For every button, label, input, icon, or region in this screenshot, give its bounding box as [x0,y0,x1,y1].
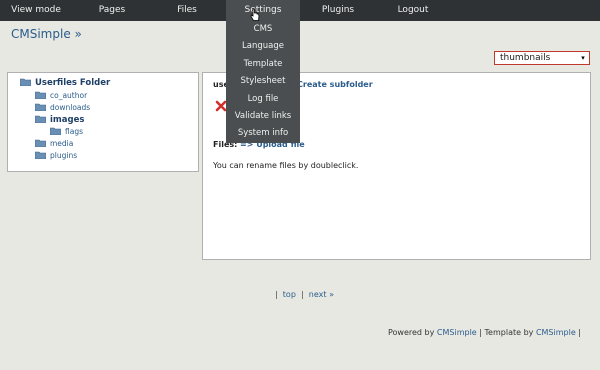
nav-pages[interactable]: Pages [92,0,132,21]
view-mode-select-value: thumbnails [500,53,551,63]
folder-root-label: Userfiles Folder [35,78,111,88]
folder-root[interactable]: Userfiles Folder [20,77,110,89]
pager-separator: | [275,290,278,299]
folder-label: downloads [50,103,91,112]
folder-item-media[interactable]: media [35,138,73,150]
footer-cms-link[interactable]: CMSimple [437,328,477,337]
folder-label: plugins [50,151,78,160]
hand-cursor-icon [250,8,260,21]
menu-item-system-info[interactable]: System info [226,125,300,142]
menu-item-cms[interactable]: CMS [226,21,300,38]
footer-end: | [578,328,581,337]
folder-tree-panel: Userfiles Folder co_author downloads ima… [7,72,199,172]
folder-item-images[interactable]: images [35,114,84,126]
folder-label: images [50,115,85,125]
pager-separator: | [301,290,304,299]
menu-item-log-file[interactable]: Log file [226,91,300,108]
top-link[interactable]: top [283,290,296,299]
folder-icon [35,103,46,111]
menu-item-language[interactable]: Language [226,38,300,55]
menu-item-template[interactable]: Template [226,56,300,73]
nav-plugins[interactable]: Plugins [316,0,360,21]
folder-icon [35,139,46,147]
footer-powered-by: Powered by [388,328,435,337]
settings-dropdown: CMS Language Template Stylesheet Log fil… [226,21,300,143]
folder-label: flags [65,127,83,136]
folder-item-plugins[interactable]: plugins [35,150,77,162]
next-link[interactable]: next » [309,290,334,299]
folder-icon [50,127,61,135]
folder-icon [35,91,46,99]
folder-icon [20,78,31,86]
nav-view-mode[interactable]: View mode [5,0,67,21]
footer-template-link[interactable]: CMSimple [536,328,576,337]
nav-logout[interactable]: Logout [392,0,434,21]
view-mode-select[interactable]: thumbnails ▾ [494,51,590,65]
folder-icon [35,115,46,123]
folder-icon [35,151,46,159]
folder-item-flags[interactable]: flags [50,126,83,138]
top-nav-bar: View mode Pages Files Settings Plugins L… [0,0,600,21]
site-title-link[interactable]: CMSimple » [11,27,82,41]
folder-item-downloads[interactable]: downloads [35,102,90,114]
dropdown-arrow-icon: ▾ [581,54,585,62]
footer: Powered by CMSimple | Template by CMSimp… [388,328,581,337]
menu-item-validate-links[interactable]: Validate links [226,108,300,125]
nav-files[interactable]: Files [168,0,206,21]
folder-item-co-author[interactable]: co_author [35,90,87,102]
create-subfolder-link[interactable]: Create subfolder [297,80,373,89]
pagination: | top | next » [275,290,334,299]
nav-settings[interactable]: Settings [226,0,300,21]
folder-label: co_author [50,91,88,100]
folder-label: media [50,139,74,148]
footer-template-by: | Template by [479,328,534,337]
menu-item-stylesheet[interactable]: Stylesheet [226,73,300,90]
rename-hint: You can rename files by doubleclick. [213,161,359,170]
